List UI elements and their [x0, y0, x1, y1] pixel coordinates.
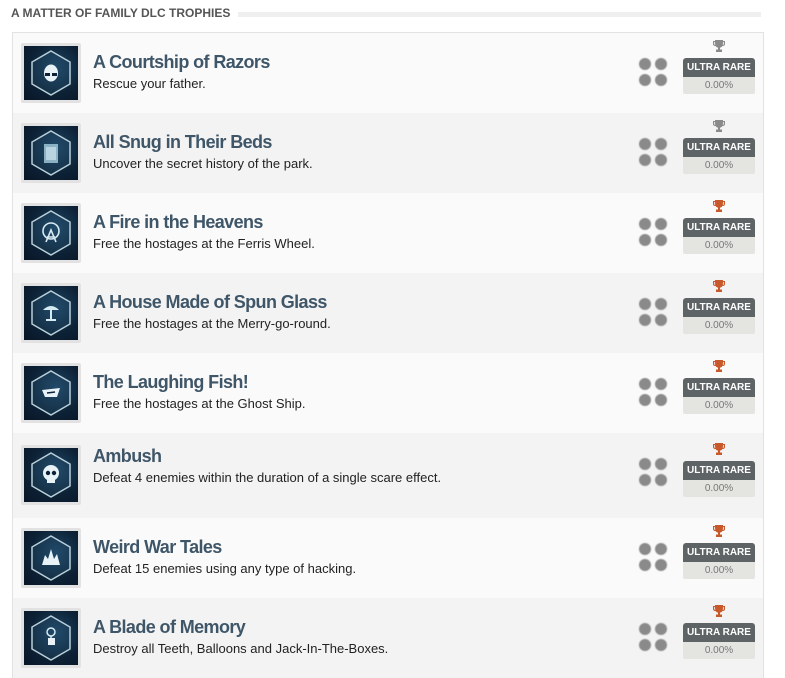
- trophy-title[interactable]: A Fire in the Heavens: [93, 211, 453, 233]
- trophy-bronze-icon: [713, 605, 725, 617]
- rarity-percent: 0.00%: [683, 237, 755, 254]
- trophy-image-frame: [21, 43, 81, 103]
- rarity-badge: ULTRA RARE: [683, 298, 755, 317]
- trophy-description: Free the hostages at the Ferris Wheel.: [93, 236, 315, 251]
- trophy-image-frame: [21, 363, 81, 423]
- trophy-bronze-icon: [713, 280, 725, 292]
- trophy-row[interactable]: A Blade of Memory Destroy all Teeth, Bal…: [13, 598, 763, 678]
- rarity-percent: 0.00%: [683, 397, 755, 414]
- trophy-row[interactable]: The Laughing Fish! Free the hostages at …: [13, 353, 763, 433]
- platform-dots-icon: [639, 138, 669, 168]
- trophy-text: A Blade of Memory Destroy all Teeth, Bal…: [93, 616, 453, 658]
- trophy-text: All Snug in Their Beds Uncover the secre…: [93, 131, 453, 173]
- platform-dots-icon: [639, 458, 669, 488]
- platform-dots-icon: [639, 298, 669, 328]
- trophy-bronze-icon: [713, 360, 725, 372]
- rarity-block: ULTRA RARE 0.00%: [683, 524, 755, 579]
- rarity-badge: ULTRA RARE: [683, 543, 755, 562]
- trophy-title[interactable]: A House Made of Spun Glass: [93, 291, 453, 313]
- trophy-list: A Courtship of Razors Rescue your father…: [12, 32, 764, 678]
- rarity-badge: ULTRA RARE: [683, 378, 755, 397]
- trophy-row[interactable]: Weird War Tales Defeat 15 enemies using …: [13, 518, 763, 598]
- trophy-text: A Fire in the Heavens Free the hostages …: [93, 211, 453, 253]
- trophy-row[interactable]: A Fire in the Heavens Free the hostages …: [13, 193, 763, 273]
- trophy-image-frame: [21, 203, 81, 263]
- trophy-image-frame: [21, 283, 81, 343]
- rarity-badge: ULTRA RARE: [683, 138, 755, 157]
- trophy-title[interactable]: Weird War Tales: [93, 536, 453, 558]
- trophy-bronze-icon: [713, 443, 725, 455]
- rarity-percent: 0.00%: [683, 562, 755, 579]
- rarity-block: ULTRA RARE 0.00%: [683, 119, 755, 174]
- platform-dots-icon: [639, 543, 669, 573]
- rarity-block: ULTRA RARE 0.00%: [683, 39, 755, 94]
- explosion-icon: [24, 531, 78, 585]
- rarity-percent: 0.00%: [683, 317, 755, 334]
- trophy-silver-icon: [713, 120, 725, 132]
- trophy-image-frame: [21, 123, 81, 183]
- section-title: A MATTER OF FAMILY DLC TROPHIES: [11, 6, 239, 20]
- trophy-description: Defeat 15 enemies using any type of hack…: [93, 561, 357, 576]
- carousel-icon: [24, 286, 78, 340]
- jack-in-the-box-icon: [24, 611, 78, 665]
- trophy-image-frame: [21, 608, 81, 668]
- ship-icon: [24, 366, 78, 420]
- rarity-block: ULTRA RARE 0.00%: [683, 604, 755, 659]
- rarity-block: ULTRA RARE 0.00%: [683, 359, 755, 414]
- trophy-description: Free the hostages at the Ghost Ship.: [93, 396, 306, 411]
- trophy-text: Weird War Tales Defeat 15 enemies using …: [93, 536, 453, 578]
- trophy-title[interactable]: A Blade of Memory: [93, 616, 453, 638]
- trophy-description: Defeat 4 enemies within the duration of …: [93, 470, 442, 485]
- trophy-row[interactable]: A Courtship of Razors Rescue your father…: [13, 33, 763, 113]
- trophy-title[interactable]: A Courtship of Razors: [93, 51, 453, 73]
- trophy-text: Ambush Defeat 4 enemies within the durat…: [93, 445, 453, 487]
- rarity-badge: ULTRA RARE: [683, 218, 755, 237]
- trophy-description: Rescue your father.: [93, 76, 206, 91]
- trophy-text: A House Made of Spun Glass Free the host…: [93, 291, 453, 333]
- trophy-description: Destroy all Teeth, Balloons and Jack-In-…: [93, 641, 389, 656]
- trophy-text: A Courtship of Razors Rescue your father…: [93, 51, 453, 93]
- trophy-text: The Laughing Fish! Free the hostages at …: [93, 371, 453, 413]
- trophy-row[interactable]: All Snug in Their Beds Uncover the secre…: [13, 113, 763, 193]
- platform-dots-icon: [639, 378, 669, 408]
- trophy-image-frame: [21, 528, 81, 588]
- ferris-wheel-icon: [24, 206, 78, 260]
- rarity-block: ULTRA RARE 0.00%: [683, 279, 755, 334]
- section-header: A MATTER OF FAMILY DLC TROPHIES: [11, 5, 761, 21]
- trophy-title[interactable]: Ambush: [93, 445, 453, 467]
- trophy-description: Free the hostages at the Merry-go-round.: [93, 316, 331, 331]
- rarity-badge: ULTRA RARE: [683, 623, 755, 642]
- rarity-percent: 0.00%: [683, 642, 755, 659]
- rarity-percent: 0.00%: [683, 77, 755, 94]
- platform-dots-icon: [639, 218, 669, 248]
- header-divider: [238, 11, 761, 17]
- face-mask-icon: [24, 46, 78, 100]
- rarity-badge: ULTRA RARE: [683, 58, 755, 77]
- rarity-percent: 0.00%: [683, 480, 755, 497]
- rarity-block: ULTRA RARE 0.00%: [683, 442, 755, 497]
- platform-dots-icon: [639, 58, 669, 88]
- trophy-description: Uncover the secret history of the park.: [93, 156, 313, 171]
- trophy-title[interactable]: The Laughing Fish!: [93, 371, 453, 393]
- trophy-image-frame: [21, 445, 81, 505]
- rarity-percent: 0.00%: [683, 157, 755, 174]
- trophy-silver-icon: [713, 40, 725, 52]
- platform-dots-icon: [639, 623, 669, 653]
- skull-icon: [24, 448, 78, 502]
- trophy-title[interactable]: All Snug in Their Beds: [93, 131, 453, 153]
- rarity-badge: ULTRA RARE: [683, 461, 755, 480]
- rarity-block: ULTRA RARE 0.00%: [683, 199, 755, 254]
- cabinet-icon: [24, 126, 78, 180]
- trophy-bronze-icon: [713, 200, 725, 212]
- trophy-row[interactable]: Ambush Defeat 4 enemies within the durat…: [13, 433, 763, 518]
- trophy-row[interactable]: A House Made of Spun Glass Free the host…: [13, 273, 763, 353]
- trophy-bronze-icon: [713, 525, 725, 537]
